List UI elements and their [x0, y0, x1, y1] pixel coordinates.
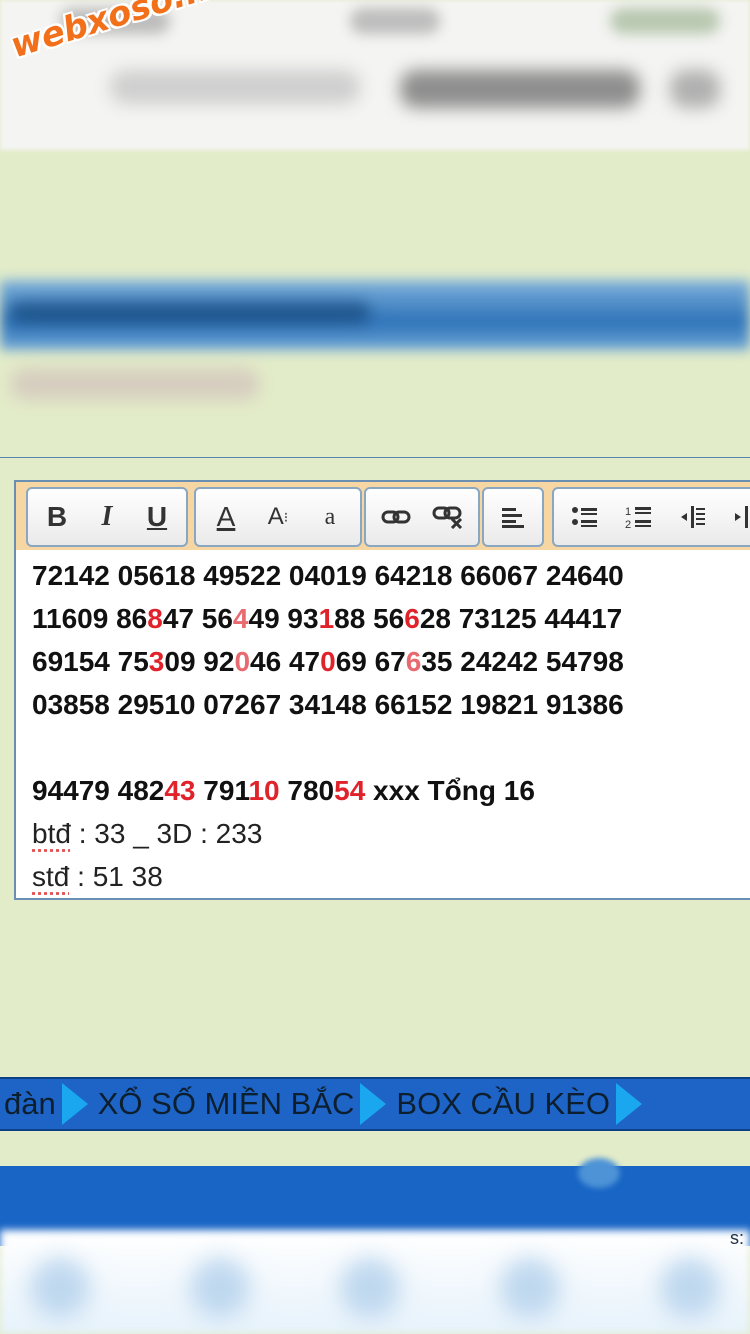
highlighted-digit: 0 [234, 646, 251, 677]
number-text: 28 73125 44417 [419, 603, 623, 634]
highlighted-digit: 6 [405, 646, 422, 677]
blurred-label [10, 368, 260, 400]
editor-content[interactable]: 72142 05618 49522 04019 64218 66067 2464… [32, 554, 742, 898]
numbered-list-icon[interactable]: 12 [612, 493, 666, 541]
editor-toolbar: B I U A A ⁝ a 1 2 [16, 482, 750, 550]
nav-item-box-cau-keo[interactable]: BOX CẦU KÈO [396, 1086, 610, 1122]
link-icon[interactable] [370, 493, 422, 541]
footer-decoration [578, 1158, 620, 1188]
number-line-2: 11609 86847 56449 93188 56628 73125 4441… [32, 597, 742, 640]
highlighted-digit: 0 [320, 646, 336, 677]
indent-icon[interactable] [720, 493, 750, 541]
outdent-icon[interactable] [666, 493, 720, 541]
address-bar[interactable] [110, 70, 720, 114]
font-size-button[interactable]: A ⁝ [252, 493, 304, 541]
svg-text:1: 1 [625, 506, 631, 518]
align-group [482, 487, 544, 547]
number-text: 49 93 [248, 603, 319, 634]
italic-button[interactable]: I [82, 493, 132, 541]
rich-text-editor: B I U A A ⁝ a 1 2 72142 05618 49522 0401… [14, 480, 750, 900]
highlighted-digit: 6 [404, 603, 420, 634]
bullet-list-icon[interactable] [558, 493, 612, 541]
footer-text: s: [729, 1228, 744, 1248]
std-value: : 51 38 [69, 861, 163, 892]
number-text: xxx Tổng 16 [365, 775, 535, 806]
highlighted-digit: 3 [148, 646, 165, 677]
nav-item-dan[interactable]: đàn [4, 1086, 56, 1122]
list-group: 12 [552, 487, 750, 547]
font-face-button[interactable]: a [304, 493, 356, 541]
unlink-icon[interactable] [422, 493, 474, 541]
btd-line: btđ : 33 _ 3D : 233 [32, 812, 742, 855]
std-line: stđ : 51 38 [32, 855, 742, 898]
post-editor-area: B I U A A ⁝ a 1 2 72142 05618 49522 0401… [0, 457, 750, 900]
text-style-group: B I U [26, 487, 188, 547]
highlighted-digit: 4 [232, 603, 249, 634]
highlighted-digit: 54 [334, 775, 366, 806]
number-line-3: 69154 75309 92046 47069 67635 24242 5479… [32, 640, 742, 683]
number-text: 69154 75 [32, 646, 149, 677]
btd-label: btđ [32, 818, 71, 849]
number-text: 88 56 [334, 603, 405, 634]
link-group [364, 487, 480, 547]
chevron-right-icon [616, 1083, 643, 1125]
highlighted-digit: 43 [164, 775, 196, 806]
browser-bottom-bar [0, 1230, 750, 1334]
number-text: 72142 05618 49522 04019 64218 66067 2464… [32, 560, 624, 591]
number-text: 791 [195, 775, 249, 806]
chevron-right-icon [61, 1083, 88, 1125]
align-left-icon[interactable] [486, 493, 540, 541]
underline-button[interactable]: U [132, 493, 182, 541]
std-label: stđ [32, 861, 70, 892]
svg-text:2: 2 [625, 519, 631, 530]
number-line-4: 03858 29510 07267 34148 66152 19821 9138… [32, 683, 742, 726]
number-text: 46 47 [250, 646, 321, 677]
number-text: 86 [116, 603, 148, 634]
highlighted-digit: 10 [248, 775, 280, 806]
number-text: 09 92 [164, 646, 235, 677]
breadcrumb-nav: đàn XỔ SỐ MIỀN BẮC BOX CẦU KÈO [0, 1077, 750, 1131]
highlighted-digit: 1 [318, 603, 335, 634]
number-text: 47 56 [162, 603, 233, 634]
number-text: 94479 482 [32, 775, 165, 806]
font-color-button[interactable]: A [200, 493, 252, 541]
forum-header-band [0, 280, 750, 350]
bold-button[interactable]: B [32, 493, 82, 541]
summary-line: 94479 48243 79110 78054 xxx Tổng 16 [32, 769, 742, 812]
nav-item-xo-so-mien-bac[interactable]: XỔ SỐ MIỀN BẮC [98, 1086, 355, 1122]
number-text: 11609 [32, 603, 117, 634]
highlighted-digit: 8 [147, 603, 163, 634]
number-text: 780 [279, 775, 335, 806]
chevron-right-icon [360, 1083, 387, 1125]
number-text: 69 67 [335, 646, 406, 677]
number-text: 03858 29510 07267 34148 66152 19821 9138… [32, 689, 624, 720]
font-group: A A ⁝ a [194, 487, 362, 547]
number-line-1: 72142 05618 49522 04019 64218 66067 2464… [32, 554, 742, 597]
number-text: 35 24242 54798 [421, 646, 624, 677]
btd-value: : 33 _ 3D : 233 [70, 818, 263, 849]
